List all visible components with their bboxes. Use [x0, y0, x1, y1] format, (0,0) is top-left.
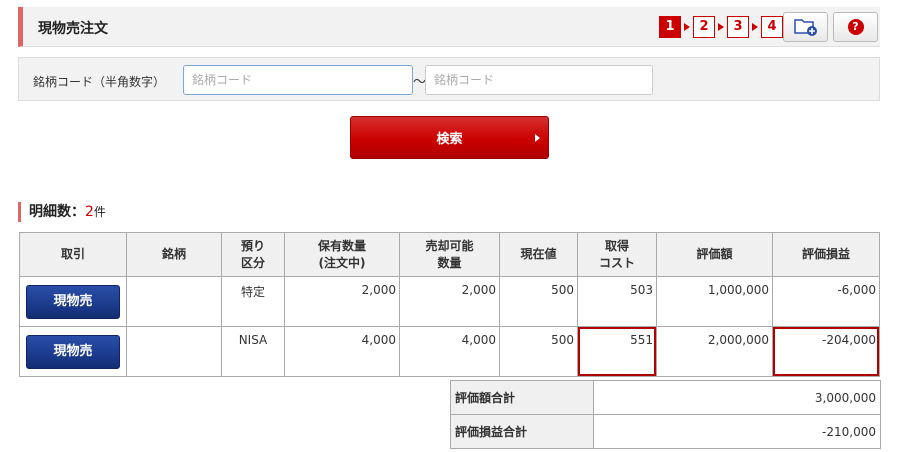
- pl-cell: -6,000: [772, 276, 880, 327]
- col-header-pl: 評価損益: [772, 232, 880, 277]
- pl-cell-highlighted: -204,000: [772, 326, 880, 377]
- col-header-valuation: 評価額: [656, 232, 773, 277]
- search-button[interactable]: 検索: [350, 116, 549, 159]
- step-2: 2: [693, 16, 715, 38]
- price-cell: 500: [499, 276, 578, 327]
- totals-table: 評価額合計 3,000,000 評価損益合計 -210,000: [450, 380, 881, 449]
- valuation-cell: 1,000,000: [656, 276, 773, 327]
- col-header-cost: 取得 コスト: [577, 232, 657, 277]
- deposit-cell: NISA: [221, 326, 285, 377]
- totals-row-valuation: 評価額合計 3,000,000: [450, 380, 881, 415]
- cost-cell-highlighted: 551: [577, 326, 657, 377]
- search-panel: 銘柄コード（半角数字） ～: [18, 57, 880, 101]
- col-header-holding: 保有数量 (注文中): [284, 232, 400, 277]
- sell-button[interactable]: 現物売: [26, 334, 120, 369]
- result-count-value: 2: [85, 204, 94, 220]
- sellable-cell: 4,000: [399, 326, 500, 377]
- holding-cell: 2,000: [284, 276, 400, 327]
- deposit-cell: 特定: [221, 276, 285, 327]
- search-button-label: 検索: [436, 132, 463, 147]
- page-header: 現物売注文 1 2 3 4 ?: [18, 7, 880, 47]
- price-cell: 500: [499, 326, 578, 377]
- cost-cell: 503: [577, 276, 657, 327]
- trade-cell: 現物売: [19, 276, 127, 327]
- stock-cell: [126, 326, 222, 377]
- result-count-label: 明細数：: [29, 204, 85, 220]
- col-header-trade: 取引: [19, 232, 127, 277]
- stock-name-redacted: [134, 333, 190, 365]
- sellable-cell: 2,000: [399, 276, 500, 327]
- valuation-cell: 2,000,000: [656, 326, 773, 377]
- col-header-stock: 銘柄: [126, 232, 222, 277]
- step-indicator: 1 2 3 4: [659, 16, 783, 38]
- col-header-sellable: 売却可能 数量: [399, 232, 500, 277]
- help-button[interactable]: ?: [833, 12, 878, 42]
- table-row: 現物売 NISA 4,000 4,000 500 551 2,000,000 -…: [19, 326, 880, 377]
- total-pl-value: -210,000: [593, 414, 881, 449]
- stock-code-from-input[interactable]: [183, 65, 413, 95]
- total-pl-label: 評価損益合計: [450, 414, 594, 449]
- holding-cell: 4,000: [284, 326, 400, 377]
- totals-row-pl: 評価損益合計 -210,000: [450, 414, 881, 449]
- step-1: 1: [659, 16, 681, 38]
- result-count-unit: 件: [93, 205, 106, 219]
- sell-button[interactable]: 現物売: [26, 284, 120, 319]
- page-title: 現物売注文: [38, 21, 108, 37]
- holdings-table: 取引 銘柄 預り 区分 保有数量 (注文中) 売却可能 数量 現在値 取得 コスト 評価…: [19, 232, 880, 377]
- step-arrow-icon: [752, 23, 758, 31]
- result-count: 明細数：2件: [18, 202, 106, 222]
- total-valuation-label: 評価額合計: [450, 380, 594, 415]
- trade-cell: 現物売: [19, 326, 127, 377]
- table-header-row: 取引 銘柄 預り 区分 保有数量 (注文中) 売却可能 数量 現在値 取得 コスト 評価…: [19, 232, 880, 277]
- stock-code-label: 銘柄コード（半角数字）: [33, 75, 166, 89]
- col-header-deposit: 預り 区分: [221, 232, 285, 277]
- total-valuation-value: 3,000,000: [593, 380, 881, 415]
- folder-add-icon: [793, 19, 817, 36]
- folder-add-button[interactable]: [783, 12, 828, 42]
- table-row: 現物売 特定 2,000 2,000 500 503 1,000,000 -6,…: [19, 276, 880, 327]
- step-3: 3: [727, 16, 749, 38]
- step-4: 4: [761, 16, 783, 38]
- help-icon: ?: [847, 19, 864, 35]
- stock-code-to-input[interactable]: [425, 65, 653, 95]
- step-arrow-icon: [684, 23, 690, 31]
- stock-cell: [126, 276, 222, 327]
- step-arrow-icon: [718, 23, 724, 31]
- col-header-price: 現在値: [499, 232, 578, 277]
- chevron-right-icon: [535, 134, 540, 142]
